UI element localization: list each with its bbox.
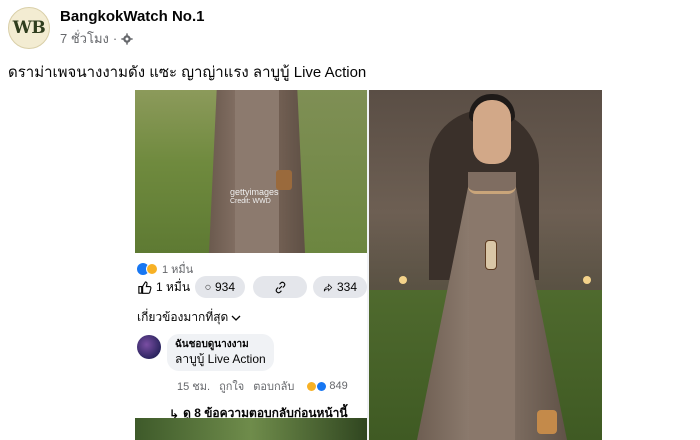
like-reaction-icon [317,381,327,391]
second-photo-thumbnail [135,418,367,440]
like-button: 1 หมื่น [137,278,190,297]
privacy-gear-icon[interactable] [121,32,133,45]
commenter-name: ฉันชอบดูนางงาม [175,339,249,350]
comment-reply-link: ตอบกลับ [253,381,295,393]
comment-bubble-icon [205,284,211,290]
comment-reactions: 849 [307,377,356,395]
chevron-down-icon [231,315,241,321]
runway-photo-getty: gettyimages Credit: WWD [135,90,367,253]
link-button [253,276,307,298]
model-face [473,100,511,164]
post-caption: ดราม่าเพจนางงามดัง แซะ ญาญ่าแรง ลาบูบู้ … [8,64,367,81]
post-time[interactable]: 7 ชั่วโมง [60,28,109,49]
page-name[interactable]: BangkokWatch No.1 [60,7,204,26]
comment-button: 934 [195,276,245,298]
avatar-initials: WB [12,18,46,38]
runway-model-photo[interactable] [369,90,602,440]
comment-count: 934 [214,280,235,294]
share-arrow-icon [323,282,333,292]
like-count: 1 หมื่น [156,279,191,294]
comment-sort-dropdown: เกี่ยวข้องมากที่สุด [137,308,241,327]
handbag [537,410,557,434]
post-media[interactable]: gettyimages Credit: WWD 1 หมื่น 1 หมื่น … [135,90,602,440]
comment-bubble: ฉันชอบดูนางงาม ลาบูบู้ Live Action [167,334,274,371]
haha-reaction-icon [307,381,317,391]
comment-text: ลาบูบู้ Live Action [175,352,266,366]
page-avatar[interactable]: WB [8,7,50,49]
separator: · [112,31,118,46]
related-label: เกี่ยวข้องมากที่สุด [137,310,229,324]
post-meta: BangkokWatch No.1 7 ชั่วโมง · [60,7,204,49]
getty-watermark: gettyimages Credit: WWD [230,187,279,205]
comment-item: ฉันชอบดูนางงาม ลาบูบู้ Live Action 15 ชม… [137,334,367,395]
link-icon [275,281,285,293]
post-time-row: 7 ชั่วโมง · [60,28,204,49]
share-count: 334 [336,280,357,294]
post-header: WB BangkokWatch No.1 7 ชั่วโมง · [8,6,204,50]
embedded-screenshot: gettyimages Credit: WWD 1 หมื่น 1 หมื่น … [135,90,367,440]
action-bar: 1 หมื่น 934 334 [135,275,367,299]
comment-age: 15 ชม. [177,381,211,393]
thumbs-up-icon [138,280,152,294]
share-button: 334 [313,276,367,298]
commenter-avatar [137,335,161,359]
pendant [485,240,497,270]
haha-reaction-icon [146,263,158,275]
comment-reaction-count: 849 [329,380,348,392]
comment-like-link: ถูกใจ [219,381,245,393]
comment-meta: 15 ชม. ถูกใจ ตอบกลับ 849 [177,377,372,395]
